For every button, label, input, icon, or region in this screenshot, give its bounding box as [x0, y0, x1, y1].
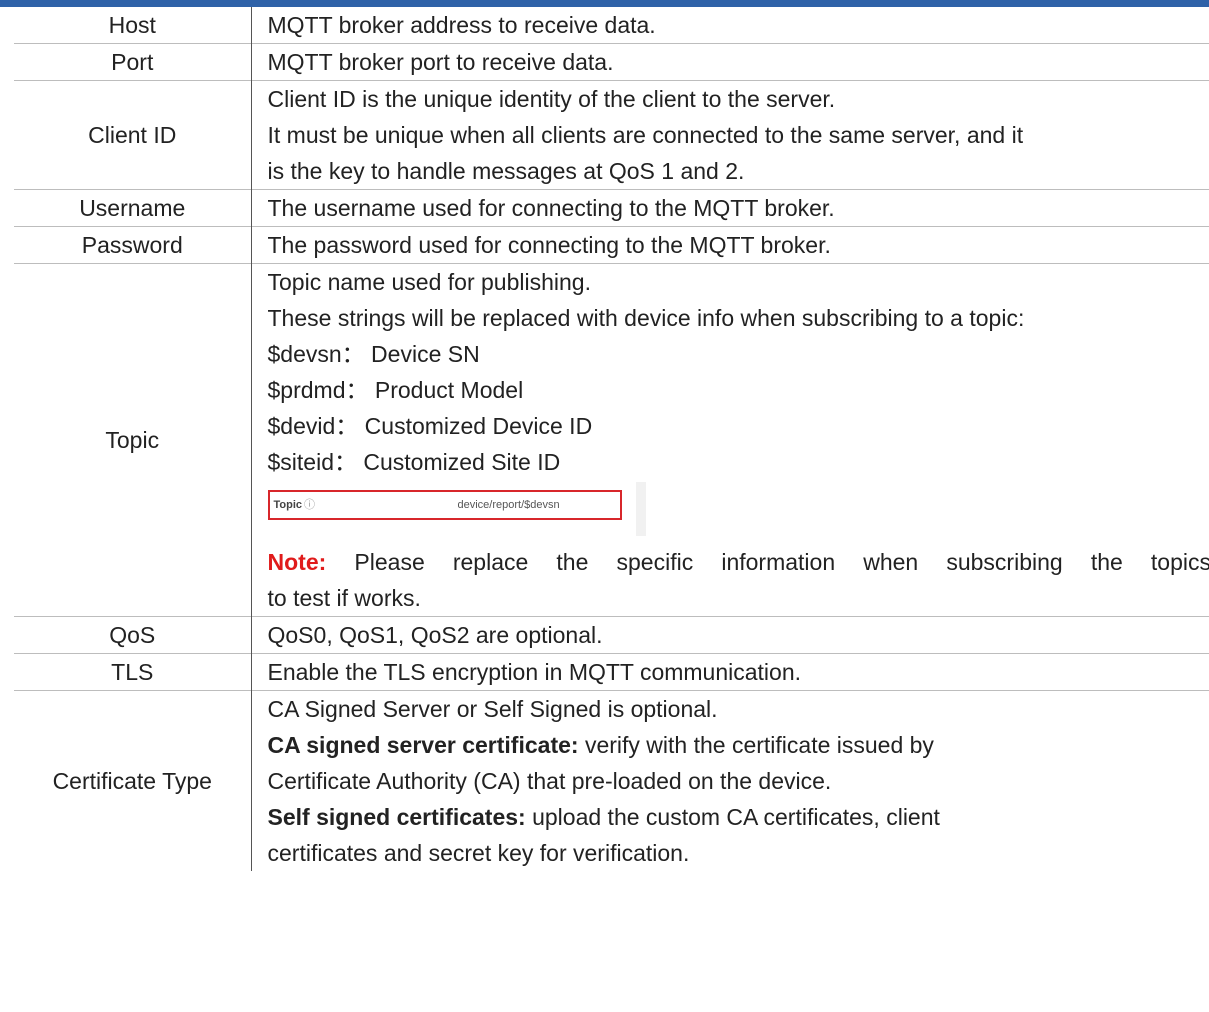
param-name: Host — [14, 7, 252, 44]
table-header-bar — [0, 0, 1209, 7]
param-name: Client ID — [14, 80, 252, 190]
description-line: $siteid： Customized Site ID — [267, 449, 561, 475]
table-row: Password The password used for connectin… — [14, 226, 1209, 264]
description-line: $devid： Customized Device ID — [267, 413, 593, 439]
param-name: Port — [14, 43, 252, 81]
description-line: Self signed certificates: upload the cus… — [268, 799, 1209, 835]
param-name: Password — [14, 226, 252, 264]
param-name: Certificate Type — [14, 690, 252, 871]
description-line: is the key to handle messages at QoS 1 a… — [267, 158, 745, 184]
description-line: MQTT broker port to receive data. — [267, 49, 614, 75]
screenshot-scrollbar — [635, 482, 646, 536]
table-row: QoS QoS0, QoS1, QoS2 are optional. — [14, 616, 1209, 654]
info-icon: ⓘ — [304, 499, 316, 511]
param-description: Client ID is the unique identity of the … — [251, 81, 1209, 190]
table-row: Certificate Type CA Signed Server or Sel… — [14, 690, 1209, 872]
description-line: It must be unique when all clients are c… — [267, 122, 1024, 148]
note-line: Note: Please replace the specific inform… — [268, 544, 1209, 580]
description-line: QoS0, QoS1, QoS2 are optional. — [267, 622, 603, 648]
param-description: CA Signed Server or Self Signed is optio… — [251, 691, 1209, 872]
screenshot-topic-label: Topic ⓘ — [273, 499, 316, 511]
note-label: Note: — [267, 549, 327, 575]
description-line: These strings will be replaced with devi… — [267, 305, 1025, 331]
table-row: Username The username used for connectin… — [14, 189, 1209, 227]
param-name: Username — [14, 189, 252, 227]
description-line: $prdmd： Product Model — [267, 377, 524, 403]
description-line: CA signed server certificate: verify wit… — [268, 727, 1209, 763]
self-signed-text: upload the custom CA certificates, clien… — [525, 804, 940, 830]
description-line: Client ID is the unique identity of the … — [267, 86, 836, 112]
description-line: CA Signed Server or Self Signed is optio… — [267, 696, 718, 722]
param-description: MQTT broker address to receive data. — [251, 7, 1209, 44]
table-row: TLS Enable the TLS encryption in MQTT co… — [14, 653, 1209, 691]
table-row: Host MQTT broker address to receive data… — [14, 7, 1209, 44]
param-name: Topic — [14, 263, 252, 617]
param-description: The password used for connecting to the … — [251, 227, 1209, 264]
ca-signed-text: verify with the certificate issued by — [578, 732, 934, 758]
description-line: certificates and secret key for verifica… — [267, 840, 690, 866]
table-row: Client ID Client ID is the unique identi… — [14, 80, 1209, 190]
table-row: Topic Topic name used for publishing. Th… — [14, 263, 1209, 617]
description-line: Topic name used for publishing. — [267, 269, 591, 295]
screenshot-topic-field: Topic ⓘ device/report/$devsn — [267, 490, 622, 520]
param-description: QoS0, QoS1, QoS2 are optional. — [251, 617, 1209, 654]
description-line: $devsn： Device SN — [267, 341, 480, 367]
description-line: The username used for connecting to the … — [267, 195, 835, 221]
description-line: Certificate Authority (CA) that pre-load… — [267, 768, 832, 794]
self-signed-label: Self signed certificates: — [267, 804, 526, 830]
description-line: MQTT broker address to receive data. — [267, 12, 656, 38]
param-description: Enable the TLS encryption in MQTT commun… — [251, 654, 1209, 691]
param-name: QoS — [14, 616, 252, 654]
topic-setting-screenshot: Topic ⓘ device/report/$devsn — [267, 482, 1209, 538]
screenshot-topic-value: device/report/$devsn — [457, 499, 560, 511]
table-row: Port MQTT broker port to receive data. — [14, 43, 1209, 81]
description-line: Enable the TLS encryption in MQTT commun… — [267, 659, 802, 685]
note-text: Please replace the specific information … — [326, 549, 1209, 575]
param-description: MQTT broker port to receive data. — [251, 44, 1209, 81]
param-description: Topic name used for publishing. These st… — [251, 264, 1209, 617]
param-name: TLS — [14, 653, 252, 691]
mqtt-parameters-table: Host MQTT broker address to receive data… — [14, 7, 1209, 871]
param-description: The username used for connecting to the … — [251, 190, 1209, 227]
note-line: to test if works. — [267, 585, 421, 611]
description-line: The password used for connecting to the … — [267, 232, 831, 258]
ca-signed-label: CA signed server certificate: — [267, 732, 579, 758]
